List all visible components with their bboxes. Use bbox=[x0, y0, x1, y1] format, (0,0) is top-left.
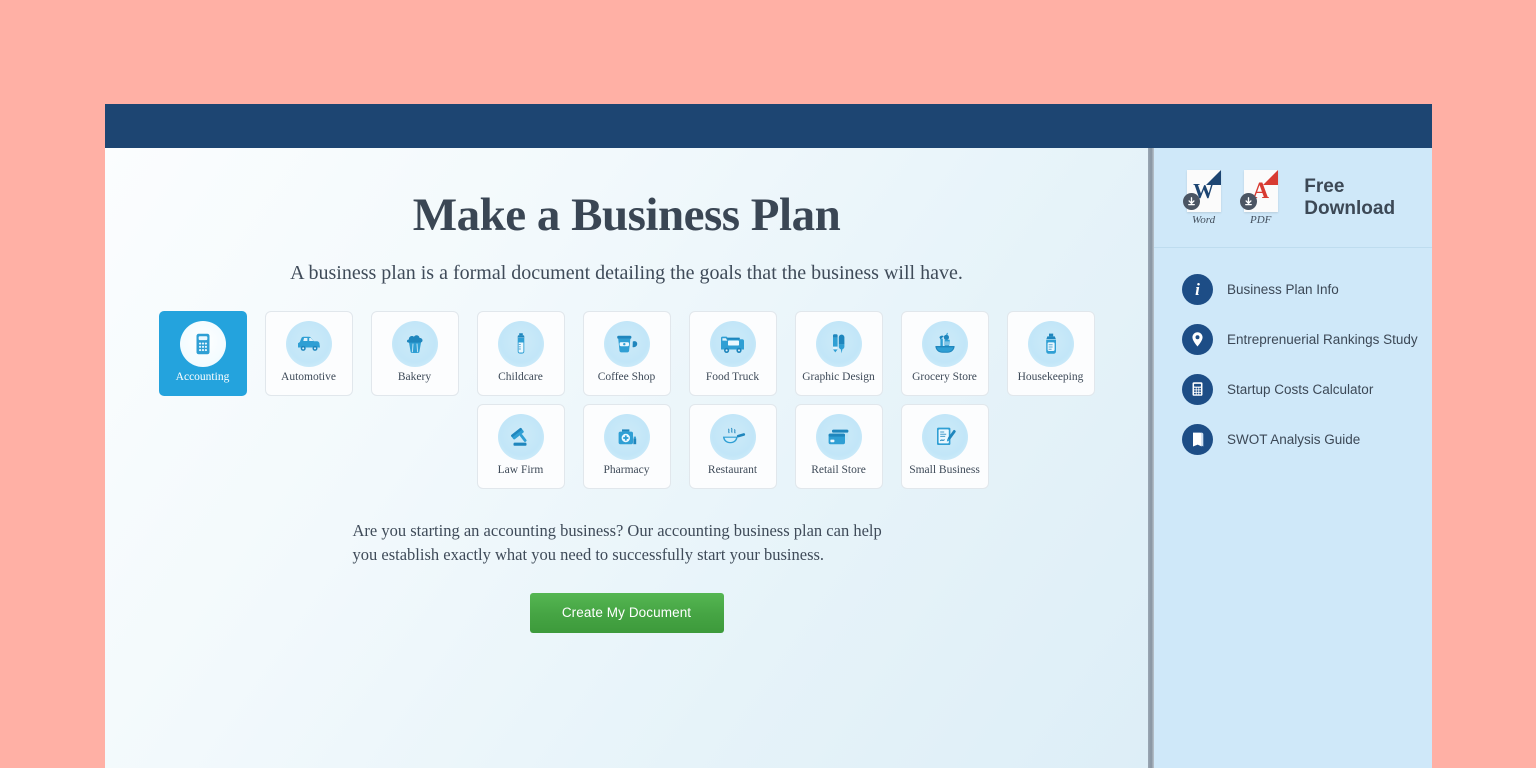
info-glyph: i bbox=[1195, 279, 1200, 299]
create-my-document-button[interactable]: Create My Document bbox=[529, 592, 724, 633]
category-grid: Accounting Automotive Bakery Childcare Coffe… bbox=[105, 310, 1148, 489]
category-tile-small-business[interactable]: Small Business bbox=[900, 403, 989, 489]
category-tile-label: Grocery Store bbox=[912, 371, 977, 384]
sidebar-links: i Business Plan Info Entreprenuerial Ranki… bbox=[1154, 248, 1432, 464]
category-tile-automotive[interactable]: Automotive bbox=[264, 310, 353, 396]
page-container: Make a Business Plan A business plan is … bbox=[105, 104, 1432, 768]
download-arrow-icon bbox=[1240, 192, 1258, 210]
category-tile-coffee-shop[interactable]: Coffee Shop bbox=[582, 310, 671, 396]
category-row-1: Accounting Automotive Bakery Childcare Coffe… bbox=[145, 310, 1108, 396]
sidebar-link-entreprenuerial-rankings-study[interactable]: Entreprenuerial Rankings Study bbox=[1154, 314, 1432, 364]
baby-bottle-icon bbox=[497, 320, 544, 367]
category-tile-law-firm[interactable]: Law Firm bbox=[476, 403, 565, 489]
book-icon bbox=[1182, 423, 1213, 455]
contract-pen-icon bbox=[921, 413, 968, 460]
free-download-title: Free Download bbox=[1304, 175, 1396, 219]
medical-kit-icon bbox=[603, 413, 650, 460]
skillet-icon bbox=[709, 413, 756, 460]
gavel-icon bbox=[497, 413, 544, 460]
credit-card-icon bbox=[815, 413, 862, 460]
sidebar-link-label: Entreprenuerial Rankings Study bbox=[1227, 331, 1418, 347]
sidebar-link-label: Startup Costs Calculator bbox=[1227, 381, 1374, 397]
page-subtitle: A business plan is a formal document det… bbox=[290, 261, 963, 284]
category-tile-label: Graphic Design bbox=[802, 371, 875, 384]
cta-container: Create My Document bbox=[105, 592, 1148, 633]
cupcake-icon bbox=[391, 320, 438, 367]
category-tile-childcare[interactable]: Childcare bbox=[476, 310, 565, 396]
pencil-brush-icon bbox=[815, 320, 862, 367]
category-tile-label: Childcare bbox=[498, 371, 543, 384]
category-tile-label: Automotive bbox=[281, 371, 336, 384]
category-tile-label: Restaurant bbox=[707, 464, 758, 477]
sidebar-link-business-plan-info[interactable]: i Business Plan Info bbox=[1154, 264, 1432, 314]
category-tile-label: Law Firm bbox=[497, 464, 544, 477]
category-tile-grocery-store[interactable]: Grocery Store bbox=[900, 310, 989, 396]
sidebar: W Word A PDF Free Download i Business Pl… bbox=[1154, 148, 1432, 768]
category-tile-label: Food Truck bbox=[705, 371, 760, 384]
main-content: Make a Business Plan A business plan is … bbox=[105, 148, 1148, 768]
category-tile-food-truck[interactable]: Food Truck bbox=[688, 310, 777, 396]
location-pin-icon bbox=[1182, 323, 1213, 355]
food-truck-icon bbox=[709, 320, 756, 367]
calculator-icon bbox=[1182, 373, 1213, 405]
category-row-2: Law Firm Pharmacy Restaurant Retail Store Sm… bbox=[145, 403, 1108, 489]
calculator-icon bbox=[179, 320, 226, 367]
category-tile-label: Coffee Shop bbox=[597, 371, 656, 384]
page-body: Make a Business Plan A business plan is … bbox=[105, 148, 1432, 768]
sidebar-link-startup-costs-calculator[interactable]: Startup Costs Calculator bbox=[1154, 364, 1432, 414]
category-tile-label: Retail Store bbox=[811, 464, 866, 477]
download-word-button[interactable]: W Word bbox=[1182, 169, 1225, 226]
word-label: Word bbox=[1192, 213, 1216, 226]
grocery-bag-icon bbox=[921, 320, 968, 367]
page-title: Make a Business Plan bbox=[412, 189, 841, 241]
coffee-cup-icon bbox=[603, 320, 650, 367]
category-tile-accounting[interactable]: Accounting bbox=[158, 310, 247, 396]
category-tile-restaurant[interactable]: Restaurant bbox=[688, 403, 777, 489]
sidebar-link-label: Business Plan Info bbox=[1227, 281, 1339, 297]
category-description: Are you starting an accounting business?… bbox=[352, 520, 882, 564]
category-tile-label: Bakery bbox=[397, 371, 432, 384]
info-icon: i bbox=[1182, 273, 1213, 305]
download-pdf-button[interactable]: A PDF bbox=[1239, 169, 1282, 226]
sidebar-link-swot-analysis-guide[interactable]: SWOT Analysis Guide bbox=[1154, 414, 1432, 464]
category-tile-bakery[interactable]: Bakery bbox=[370, 310, 459, 396]
category-tile-label: Small Business bbox=[909, 464, 980, 477]
spray-bottle-icon bbox=[1027, 320, 1074, 367]
pdf-label: PDF bbox=[1250, 213, 1272, 226]
category-tile-label: Pharmacy bbox=[603, 464, 650, 477]
category-tile-housekeeping[interactable]: Housekeeping bbox=[1006, 310, 1095, 396]
sidebar-link-label: SWOT Analysis Guide bbox=[1227, 431, 1361, 447]
site-header-bar bbox=[105, 104, 1432, 148]
category-tile-label: Housekeeping bbox=[1017, 371, 1084, 384]
category-tile-retail-store[interactable]: Retail Store bbox=[794, 403, 883, 489]
category-tile-label: Accounting bbox=[175, 371, 230, 384]
free-download-block[interactable]: W Word A PDF Free Download bbox=[1154, 148, 1432, 248]
download-arrow-icon bbox=[1183, 192, 1200, 210]
category-tile-pharmacy[interactable]: Pharmacy bbox=[582, 403, 671, 489]
car-icon bbox=[285, 320, 332, 367]
category-tile-graphic-design[interactable]: Graphic Design bbox=[794, 310, 883, 396]
